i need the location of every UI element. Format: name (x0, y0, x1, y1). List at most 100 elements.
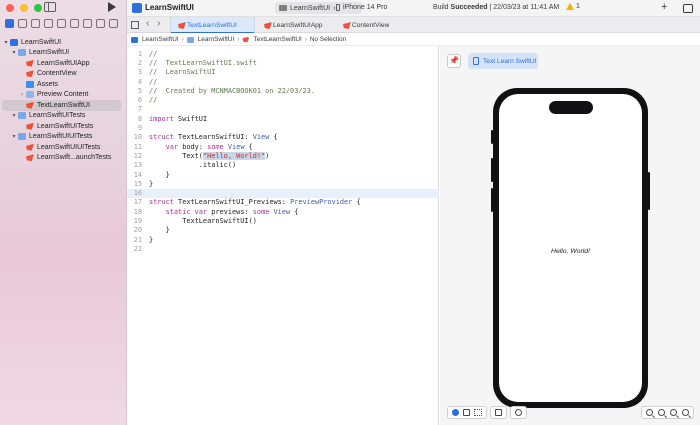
file-tree-item-label: Assets (37, 80, 59, 88)
code-line[interactable]: 4 // (127, 77, 439, 86)
iphone-icon (473, 57, 479, 65)
code-token: .italic() (149, 161, 237, 170)
sidebar-toggle-icon[interactable] (44, 2, 56, 12)
run-destination-selector[interactable]: iPhone 14 Pro (336, 4, 387, 11)
code-line[interactable]: 8 import SwiftUI (127, 114, 439, 123)
close-window-button[interactable] (6, 4, 14, 12)
selectable-mode-icon[interactable] (463, 409, 470, 416)
folder-icon (186, 36, 194, 43)
code-line[interactable]: 1 // (127, 49, 439, 58)
disclosure-chevron-icon[interactable]: ▾ (10, 49, 18, 56)
issue-navigator-icon[interactable] (57, 19, 66, 28)
preview-settings-icon[interactable] (515, 409, 522, 416)
breakpoint-navigator-icon[interactable] (96, 19, 105, 28)
asset-catalog-icon (26, 80, 34, 88)
preview-selector[interactable]: Text Learn SwiftUI (468, 53, 538, 69)
chevron-right-icon: › (181, 36, 184, 43)
code-token: var (194, 207, 208, 216)
disclosure-chevron-icon[interactable]: ▾ (10, 133, 18, 140)
navigator-selector (5, 19, 118, 28)
file-tree-item[interactable]: ▾ LearnSwiftUITests (0, 111, 127, 122)
editor-tab[interactable]: ContentView (336, 17, 406, 33)
code-line[interactable]: 7 (127, 105, 439, 114)
swift-file-icon (26, 122, 34, 130)
code-line[interactable]: 3 // LearnSwiftUI (127, 68, 439, 77)
breadcrumb-item-group[interactable]: LearnSwiftUI (198, 36, 235, 43)
code-token: // (149, 49, 158, 58)
file-tree-item[interactable]: ContentView (0, 69, 127, 80)
code-line[interactable]: 18 static var previews: some View { (127, 207, 439, 216)
file-tree-item-label: LearnSwiftUIApp (37, 59, 90, 67)
find-navigator-icon[interactable] (44, 19, 53, 28)
zoom-in-icon[interactable] (670, 409, 677, 416)
preview-canvas: 📌 Text Learn SwiftUI Hello, World! (440, 46, 700, 425)
forward-button[interactable]: › (157, 18, 160, 29)
code-line[interactable]: 2 // TextLearnSwiftUI.swift (127, 58, 439, 67)
breadcrumb-item-project[interactable]: LearnSwiftUI (142, 36, 179, 43)
code-token: struct (149, 133, 174, 142)
file-tree-item[interactable]: Assets (0, 79, 127, 90)
editor-tab[interactable]: TextLearnSwiftUI (170, 17, 255, 33)
disclosure-chevron-icon[interactable]: ▾ (10, 112, 18, 119)
library-icon[interactable] (683, 4, 693, 13)
symbol-navigator-icon[interactable] (31, 19, 40, 28)
zoom-out-icon[interactable] (646, 409, 653, 416)
related-items-grid-icon[interactable] (131, 21, 139, 29)
test-navigator-icon[interactable] (70, 19, 79, 28)
code-line[interactable]: 6 // (127, 96, 439, 105)
file-tree-item[interactable]: LearnSwiftUITests (0, 121, 127, 132)
file-tree-item[interactable]: › Preview Content (0, 90, 127, 101)
code-line[interactable]: 19 TextLearnSwiftUI() (127, 216, 439, 225)
file-tree-item[interactable]: LearnSwiftUIUITests (0, 142, 127, 153)
code-token: { (244, 142, 253, 151)
code-line[interactable]: 13 .italic() (127, 161, 439, 170)
variants-grid-icon[interactable] (474, 409, 482, 416)
code-text: import SwiftUI (149, 115, 207, 123)
code-line[interactable]: 22 (127, 244, 439, 253)
play-icon[interactable] (108, 2, 116, 12)
file-tree-item[interactable]: LearnSwift...aunchTests (0, 153, 127, 164)
code-line[interactable]: 21} (127, 235, 439, 244)
code-line[interactable]: 20 } (127, 226, 439, 235)
add-button[interactable]: + (661, 1, 667, 13)
editor-tab[interactable]: LearnSwiftUIApp (257, 17, 335, 33)
code-text: var body: some View { (149, 143, 253, 151)
report-navigator-icon[interactable] (109, 19, 118, 28)
project-navigator-icon[interactable] (5, 19, 14, 28)
source-editor[interactable]: 1 // 2 // TextLearnSwiftUI.swift 3 // LearnSw… (127, 46, 439, 425)
file-tree-item[interactable]: ▾ LearnSwiftUI (0, 48, 127, 59)
code-line[interactable]: 16 (127, 188, 439, 198)
source-control-navigator-icon[interactable] (18, 19, 27, 28)
breadcrumb-item-symbol[interactable]: No Selection (310, 36, 346, 43)
code-line[interactable]: 12 Text("Hello, World!") (127, 151, 439, 160)
back-button[interactable]: ‹ (146, 18, 149, 29)
preview-screen[interactable]: Hello, World! (499, 94, 642, 402)
code-line[interactable]: 14 } (127, 170, 439, 179)
code-line[interactable]: 5 // Created by MCNMACBOOK01 on 22/03/23. (127, 86, 439, 95)
live-preview-icon[interactable] (452, 409, 459, 416)
disclosure-chevron-icon[interactable]: ▾ (2, 39, 10, 46)
code-line[interactable]: 11 var body: some View { (127, 142, 439, 151)
code-line[interactable]: 17 struct TextLearnSwiftUI_Previews: Prev… (127, 198, 439, 207)
breadcrumb-item-file[interactable]: TextLearnSwiftUI (253, 36, 301, 43)
debug-navigator-icon[interactable] (83, 19, 92, 28)
disclosure-chevron-icon[interactable]: › (18, 92, 26, 98)
code-line[interactable]: 15} (127, 179, 439, 188)
code-token: { (269, 133, 278, 142)
minimize-window-button[interactable] (20, 4, 28, 12)
zoom-to-fit-icon[interactable] (682, 409, 689, 416)
warnings-badge[interactable]: 1 (566, 3, 580, 10)
code-line[interactable]: 9 (127, 123, 439, 132)
pin-icon[interactable]: 📌 (447, 54, 461, 68)
device-settings-icon[interactable] (495, 409, 502, 416)
line-number: 8 (137, 114, 142, 123)
project-title: LearnSwiftUI (145, 3, 194, 12)
zoom-window-button[interactable] (34, 4, 42, 12)
zoom-actual-size-icon[interactable] (658, 409, 665, 416)
code-line[interactable]: 10 struct TextLearnSwiftUI: View { (127, 133, 439, 142)
file-tree-item[interactable]: LearnSwiftUIApp (0, 58, 127, 69)
file-tree-item[interactable]: TextLearnSwiftUI (2, 100, 121, 111)
file-tree-item[interactable]: ▾ LearnSwiftUIUITests (0, 132, 127, 143)
file-tree-item[interactable]: ▾ LearnSwiftUI (0, 37, 127, 48)
